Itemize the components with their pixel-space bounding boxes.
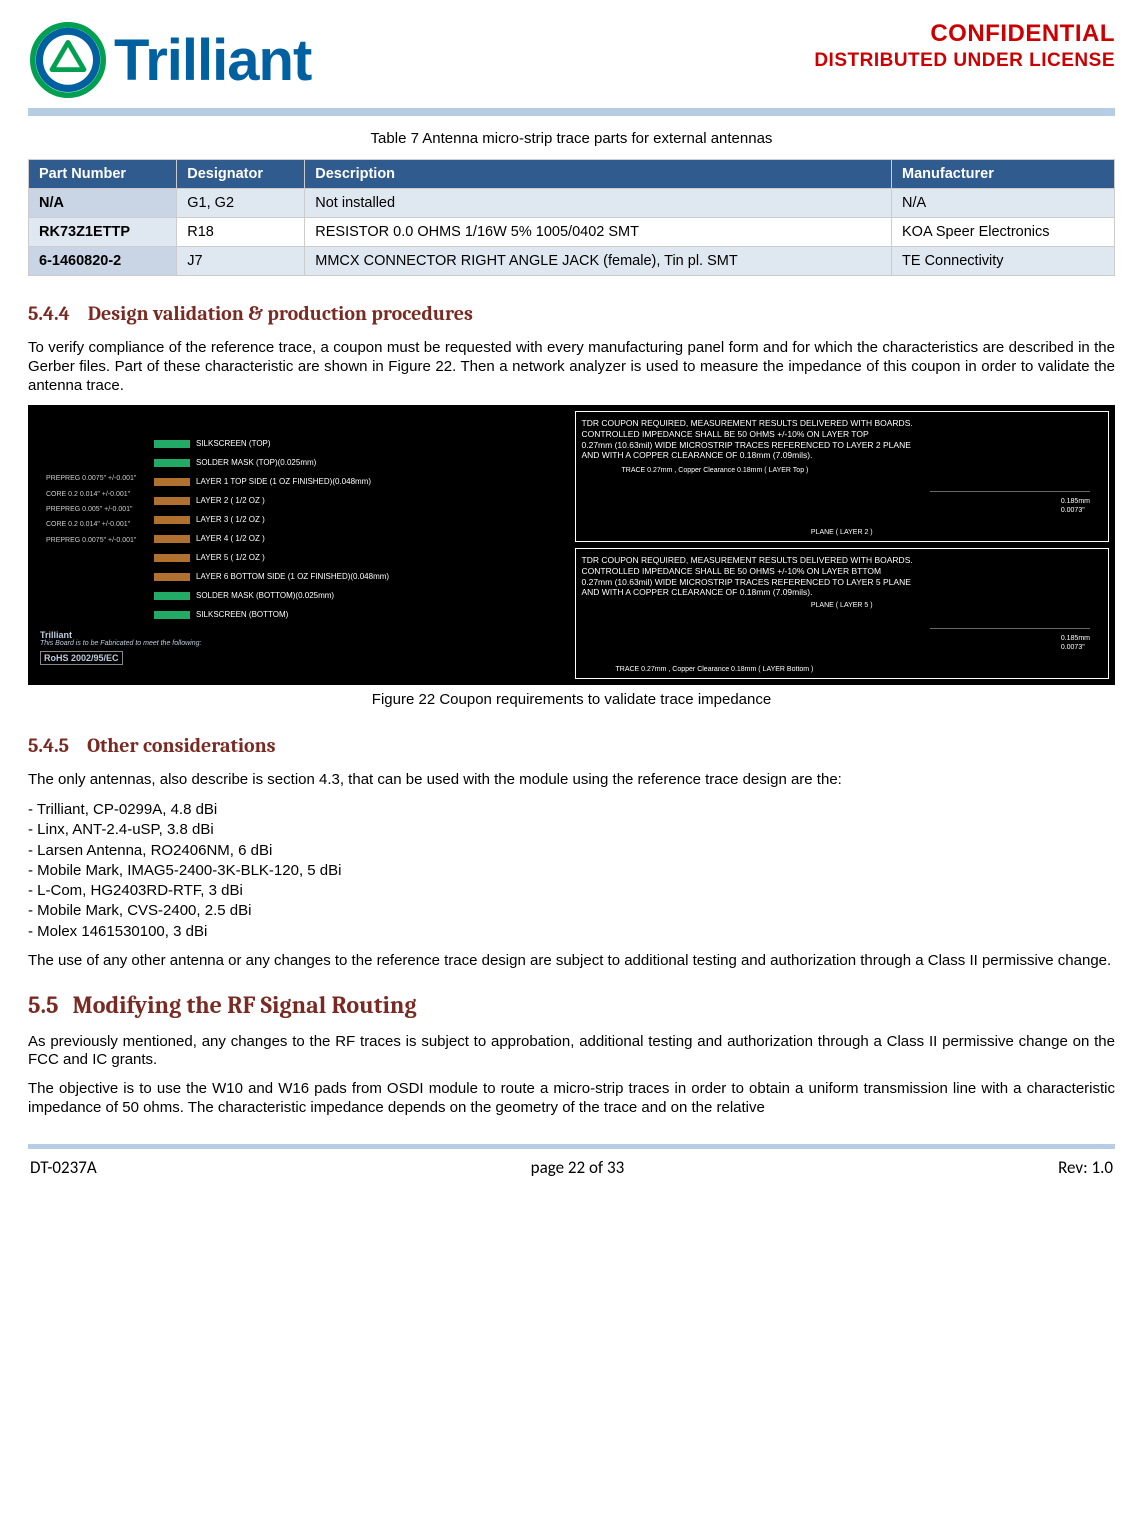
cell-desc: MMCX CONNECTOR RIGHT ANGLE JACK (female)… bbox=[305, 247, 892, 276]
list-item: Molex 1461530100, 3 dBi bbox=[28, 922, 1115, 942]
layer-label: SILKSCREEN (BOTTOM) bbox=[196, 610, 288, 619]
col-part-number: Part Number bbox=[29, 160, 177, 189]
cell-mfr: KOA Speer Electronics bbox=[892, 218, 1115, 247]
layer-label: LAYER 5 ( 1/2 OZ ) bbox=[196, 553, 265, 562]
layer-label: LAYER 6 BOTTOM SIDE (1 OZ FINISHED)(0.04… bbox=[196, 572, 389, 581]
section-title: Modifying the RF Signal Routing bbox=[72, 991, 416, 1019]
tdr-line: TDR COUPON REQUIRED, MEASUREMENT RESULTS… bbox=[582, 418, 1103, 429]
list-item: Linx, ANT-2.4-uSP, 3.8 dBi bbox=[28, 820, 1115, 840]
section-number: 5.4.5 bbox=[28, 734, 69, 757]
trace-label: TRACE 0.27mm , Copper Clearance 0.18mm (… bbox=[622, 467, 1103, 476]
prepreg-label: PREPREG 0.005" +/-0.001" bbox=[46, 502, 136, 517]
dim-label: 0.0073" bbox=[1061, 507, 1090, 516]
cell-mfr: N/A bbox=[892, 189, 1115, 218]
list-item: L-Com, HG2403RD-RTF, 3 dBi bbox=[28, 881, 1115, 901]
col-designator: Designator bbox=[177, 160, 305, 189]
tdr-line: CONTROLLED IMPEDANCE SHALL BE 50 OHMS +/… bbox=[582, 566, 1103, 577]
section-544-heading: 5.4.4 Design validation & production proc… bbox=[28, 302, 1115, 325]
cell-desig: G1, G2 bbox=[177, 189, 305, 218]
table-caption: Table 7 Antenna micro-strip trace parts … bbox=[28, 130, 1115, 147]
section-number: 5.5 bbox=[28, 991, 58, 1019]
badge-logo: Trilliant bbox=[40, 630, 201, 640]
figure-22-bottom-panel: TDR COUPON REQUIRED, MEASUREMENT RESULTS… bbox=[575, 548, 1110, 679]
section-545-paragraph: The only antennas, also describe is sect… bbox=[28, 771, 1115, 790]
list-item: Mobile Mark, IMAG5-2400-3K-BLK-120, 5 dB… bbox=[28, 861, 1115, 881]
footer-revision: Rev: 1.0 bbox=[1058, 1157, 1113, 1178]
distributed-label: DISTRIBUTED UNDER LICENSE bbox=[814, 50, 1115, 72]
list-item: Mobile Mark, CVS-2400, 2.5 dBi bbox=[28, 901, 1115, 921]
section-545-heading: 5.4.5 Other considerations bbox=[28, 734, 1115, 757]
tdr-line: AND WITH A COPPER CLEARANCE OF 0.18mm (7… bbox=[582, 450, 1103, 461]
plane-label: PLANE ( LAYER 2 ) bbox=[811, 529, 873, 538]
cell-desc: RESISTOR 0.0 OHMS 1/16W 5% 1005/0402 SMT bbox=[305, 218, 892, 247]
trace-label: TRACE 0.27mm , Copper Clearance 0.18mm (… bbox=[616, 666, 814, 675]
cell-pn: RK73Z1ETTP bbox=[29, 218, 177, 247]
layer-label: LAYER 2 ( 1/2 OZ ) bbox=[196, 496, 265, 505]
section-544-paragraph: To verify compliance of the reference tr… bbox=[28, 339, 1115, 395]
trilliant-logo-icon bbox=[28, 20, 108, 100]
cell-mfr: TE Connectivity bbox=[892, 247, 1115, 276]
section-55-paragraph-2: The objective is to use the W10 and W16 … bbox=[28, 1080, 1115, 1118]
header-divider bbox=[28, 108, 1115, 116]
layer-label: SOLDER MASK (BOTTOM)(0.025mm) bbox=[196, 591, 334, 600]
table-row: 6-1460820-2 J7 MMCX CONNECTOR RIGHT ANGL… bbox=[29, 247, 1115, 276]
footer-doc-id: DT-0237A bbox=[30, 1157, 97, 1178]
cell-desig: R18 bbox=[177, 218, 305, 247]
figure-22-stackup: PREPREG 0.0075" +/-0.001" CORE 0.2 0.014… bbox=[34, 411, 569, 679]
table-row: RK73Z1ETTP R18 RESISTOR 0.0 OHMS 1/16W 5… bbox=[29, 218, 1115, 247]
dim-label: 0.0073" bbox=[1061, 644, 1090, 653]
rohs-badge: RoHS 2002/95/EC bbox=[40, 651, 123, 665]
confidential-label: CONFIDENTIAL bbox=[814, 20, 1115, 48]
table-row: N/A G1, G2 Not installed N/A bbox=[29, 189, 1115, 218]
confidential-block: CONFIDENTIAL DISTRIBUTED UNDER LICENSE bbox=[814, 20, 1115, 72]
section-55-paragraph-1: As previously mentioned, any changes to … bbox=[28, 1033, 1115, 1071]
page-footer: DT-0237A page 22 of 33 Rev: 1.0 bbox=[28, 1149, 1115, 1178]
antenna-list: Trilliant, CP-0299A, 4.8 dBi Linx, ANT-2… bbox=[28, 800, 1115, 942]
layer-label: LAYER 4 ( 1/2 OZ ) bbox=[196, 534, 265, 543]
tdr-line: 0.27mm (10.63mil) WIDE MICROSTRIP TRACES… bbox=[582, 577, 1103, 588]
col-manufacturer: Manufacturer bbox=[892, 160, 1115, 189]
section-title: Other considerations bbox=[87, 734, 276, 757]
tdr-line: AND WITH A COPPER CLEARANCE OF 0.18mm (7… bbox=[582, 587, 1103, 598]
layer-label: SILKSCREEN (TOP) bbox=[196, 439, 271, 448]
prepreg-label: PREPREG 0.0075" +/-0.001" bbox=[46, 533, 136, 548]
cell-desc: Not installed bbox=[305, 189, 892, 218]
cell-pn: 6-1460820-2 bbox=[29, 247, 177, 276]
dim-label: 0.185mm bbox=[1061, 498, 1090, 507]
dim-label: 0.185mm bbox=[1061, 635, 1090, 644]
tdr-line: 0.27mm (10.63mil) WIDE MICROSTRIP TRACES… bbox=[582, 440, 1103, 451]
layer-label: SOLDER MASK (TOP)(0.025mm) bbox=[196, 458, 316, 467]
col-description: Description bbox=[305, 160, 892, 189]
tdr-line: TDR COUPON REQUIRED, MEASUREMENT RESULTS… bbox=[582, 555, 1103, 566]
logo-block: Trilliant bbox=[28, 20, 311, 100]
badge-text: This Board is to be Fabricated to meet t… bbox=[40, 640, 201, 647]
section-title: Design validation & production procedure… bbox=[88, 302, 473, 325]
cell-desig: J7 bbox=[177, 247, 305, 276]
logo-text: Trilliant bbox=[114, 27, 311, 94]
tdr-line: CONTROLLED IMPEDANCE SHALL BE 50 OHMS +/… bbox=[582, 429, 1103, 440]
parts-table: Part Number Designator Description Manuf… bbox=[28, 159, 1115, 276]
list-item: Trilliant, CP-0299A, 4.8 dBi bbox=[28, 800, 1115, 820]
figure-22-caption: Figure 22 Coupon requirements to validat… bbox=[28, 691, 1115, 708]
plane-label: PLANE ( LAYER 5 ) bbox=[582, 602, 1103, 611]
figure-22: PREPREG 0.0075" +/-0.001" CORE 0.2 0.014… bbox=[28, 405, 1115, 685]
footer-page-number: page 22 of 33 bbox=[531, 1157, 625, 1178]
core-label: CORE 0.2 0.014" +/-0.001" bbox=[46, 517, 136, 532]
layer-label: LAYER 1 TOP SIDE (1 OZ FINISHED)(0.048mm… bbox=[196, 477, 371, 486]
section-55-heading: 5.5 Modifying the RF Signal Routing bbox=[28, 991, 1115, 1019]
section-number: 5.4.4 bbox=[28, 302, 70, 325]
layer-label: LAYER 3 ( 1/2 OZ ) bbox=[196, 515, 265, 524]
cell-pn: N/A bbox=[29, 189, 177, 218]
page-header: Trilliant CONFIDENTIAL DISTRIBUTED UNDER… bbox=[28, 20, 1115, 100]
prepreg-label: PREPREG 0.0075" +/-0.001" bbox=[46, 471, 136, 486]
core-label: CORE 0.2 0.014" +/-0.001" bbox=[46, 487, 136, 502]
figure-22-top-panel: TDR COUPON REQUIRED, MEASUREMENT RESULTS… bbox=[575, 411, 1110, 542]
list-item: Larsen Antenna, RO2406NM, 6 dBi bbox=[28, 841, 1115, 861]
section-545-paragraph-2: The use of any other antenna or any chan… bbox=[28, 952, 1115, 971]
